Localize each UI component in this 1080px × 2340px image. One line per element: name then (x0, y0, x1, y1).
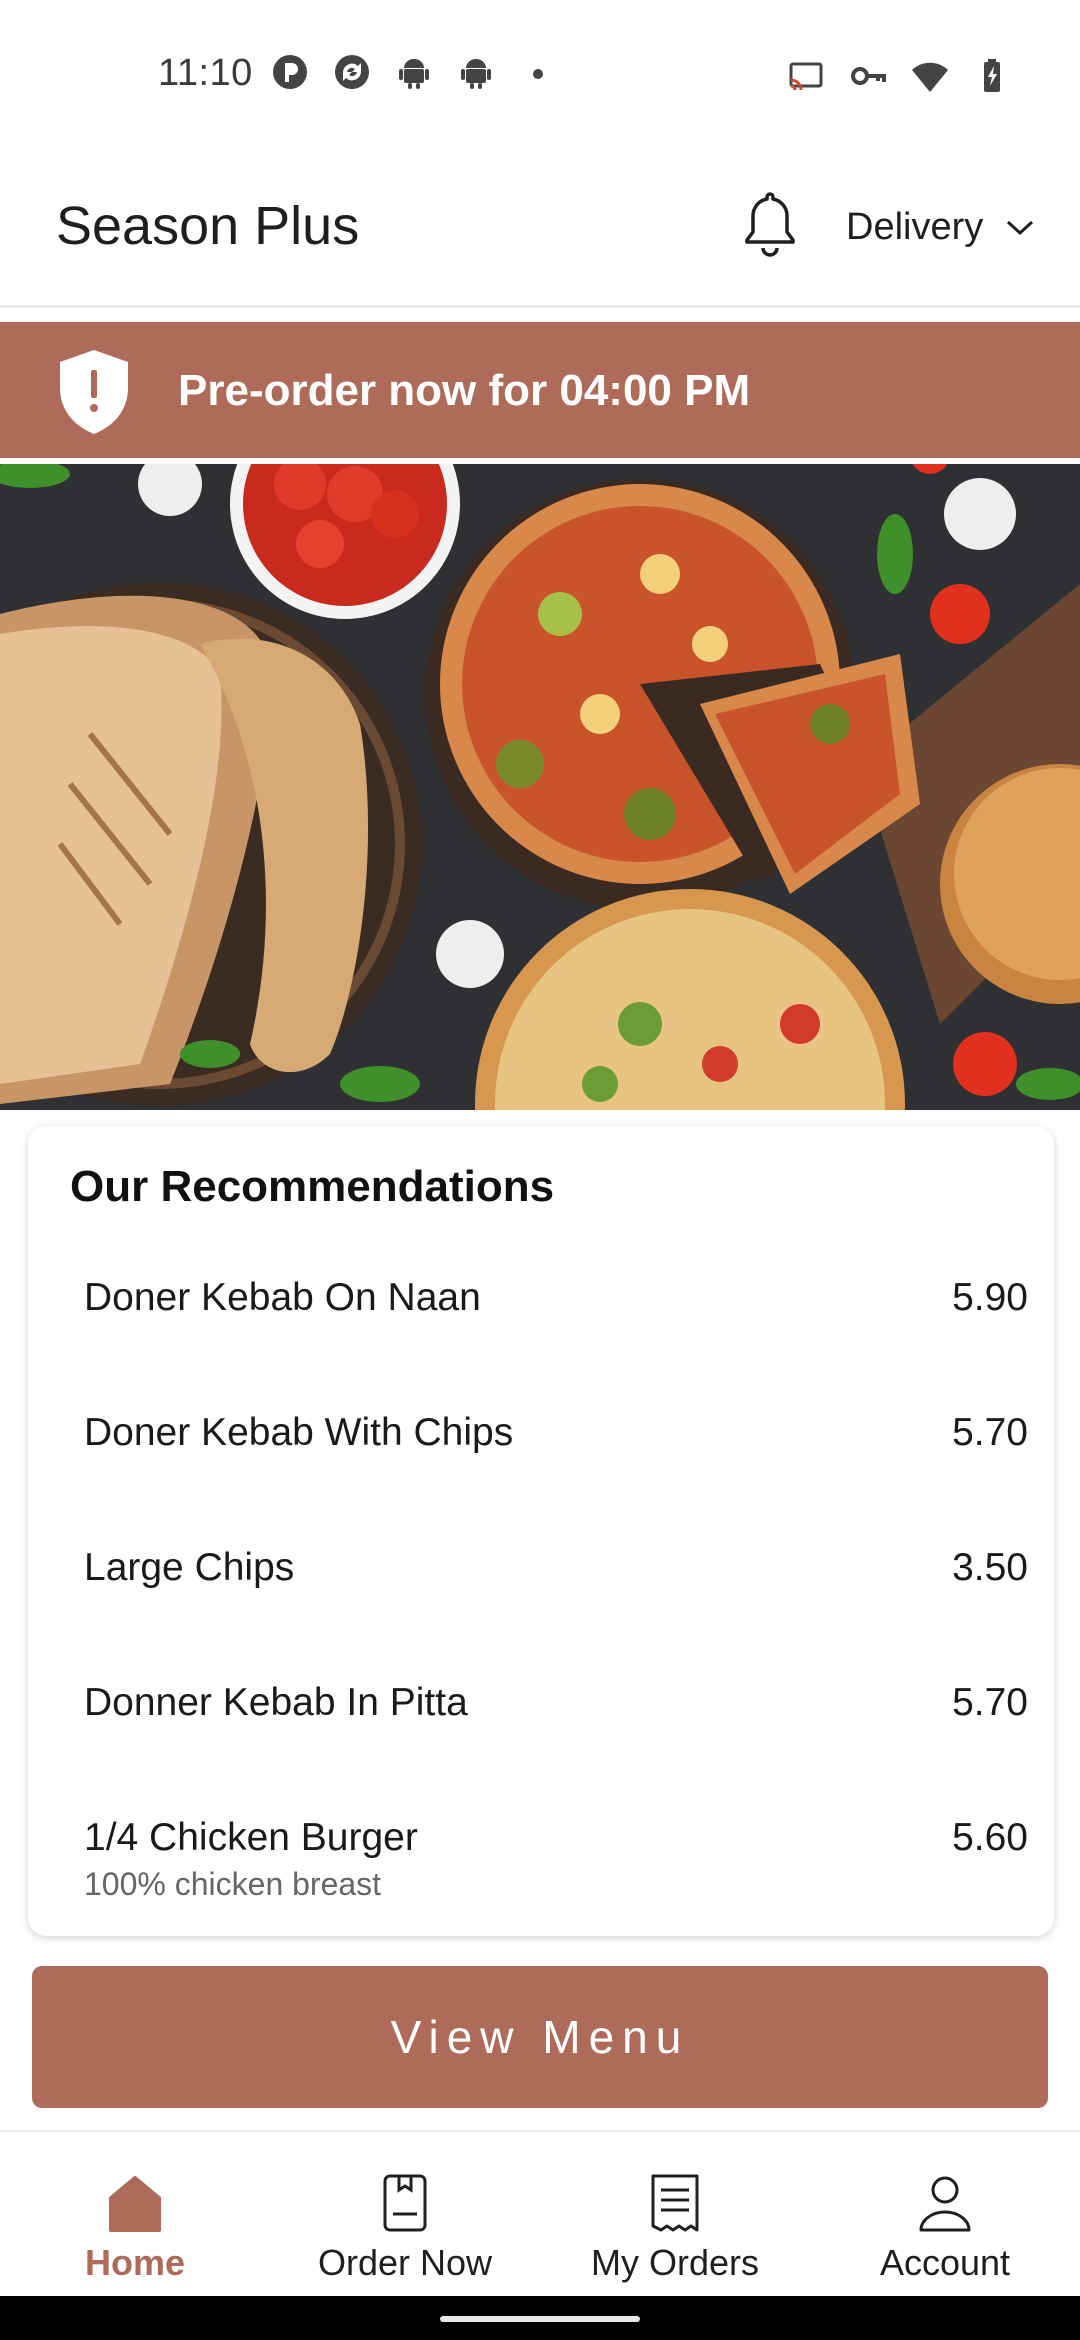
list-item[interactable]: 1/4 Chicken Burger 5.60 100% chicken bre… (84, 1816, 1028, 1903)
status-right-icons (786, 56, 1012, 96)
status-time: 11:10 (158, 52, 253, 94)
item-price: 5.70 (952, 1681, 1028, 1724)
item-name: Doner Kebab On Naan (84, 1276, 481, 1319)
hero-food-image (0, 464, 1080, 1110)
receipt-icon (651, 2174, 699, 2232)
vpn-key-icon (851, 67, 886, 85)
list-item[interactable]: Doner Kebab With Chips 5.70 (84, 1411, 1028, 1455)
recommendations-title: Our Recommendations (70, 1162, 555, 1211)
recommendations-card: Our Recommendations Doner Kebab On Naan … (28, 1126, 1054, 1936)
status-bar: 11:10 (0, 0, 1080, 150)
bell-icon[interactable] (740, 188, 800, 260)
nav-order-now[interactable]: Order Now (270, 2132, 540, 2298)
item-name: Large Chips (84, 1546, 295, 1589)
android-icon (461, 59, 491, 89)
preorder-text: Pre-order now for 04:00 PM (178, 366, 751, 415)
shield-alert-icon (60, 350, 128, 434)
bottom-navigation: Home Order Now My Orders Account (0, 2130, 1080, 2296)
nav-order-now-label: Order Now (317, 2242, 493, 2283)
dot-icon (533, 69, 543, 79)
order-icon (383, 2174, 427, 2232)
list-item[interactable]: Large Chips 3.50 (84, 1546, 1028, 1590)
app-title: Season Plus (56, 196, 360, 256)
view-menu-button[interactable]: View Menu (32, 1966, 1048, 2108)
chevron-down-icon (1007, 220, 1034, 235)
item-name: Doner Kebab With Chips (84, 1411, 514, 1454)
item-price: 5.60 (952, 1816, 1028, 1859)
item-name: 1/4 Chicken Burger (84, 1816, 418, 1859)
nav-my-orders-label: My Orders (590, 2242, 759, 2283)
list-item[interactable]: Donner Kebab In Pitta 5.70 (84, 1681, 1028, 1725)
nav-home-label: Home (84, 2242, 186, 2283)
delivery-mode-selector[interactable]: Delivery (846, 206, 1035, 249)
nav-my-orders[interactable]: My Orders (540, 2132, 810, 2298)
cast-icon (789, 62, 823, 91)
hero-illustration (0, 464, 1080, 1110)
battery-charging-icon (984, 59, 1000, 92)
gesture-handle[interactable] (440, 2316, 640, 2322)
item-name: Donner Kebab In Pitta (84, 1681, 468, 1724)
item-description: 100% chicken breast (84, 1866, 382, 1902)
preorder-banner[interactable]: Pre-order now for 04:00 PM (0, 322, 1080, 458)
item-price: 5.90 (952, 1276, 1028, 1319)
list-item[interactable]: Doner Kebab On Naan 5.90 (84, 1276, 1028, 1320)
p-app-icon (273, 55, 307, 89)
android-icon (399, 59, 429, 89)
nav-account[interactable]: Account (810, 2132, 1080, 2298)
sync-icon (335, 55, 369, 89)
gesture-navigation-area (0, 2296, 1080, 2340)
nav-account-label: Account (879, 2242, 1011, 2283)
item-price: 5.70 (952, 1411, 1028, 1454)
user-icon (919, 2176, 971, 2232)
home-icon (109, 2176, 161, 2232)
delivery-mode-label: Delivery (846, 206, 984, 248)
wifi-icon (912, 62, 948, 92)
item-price: 3.50 (952, 1546, 1028, 1589)
status-left-icons (270, 52, 558, 92)
app-header: Season Plus Delivery (0, 150, 1080, 308)
nav-home[interactable]: Home (0, 2132, 270, 2298)
